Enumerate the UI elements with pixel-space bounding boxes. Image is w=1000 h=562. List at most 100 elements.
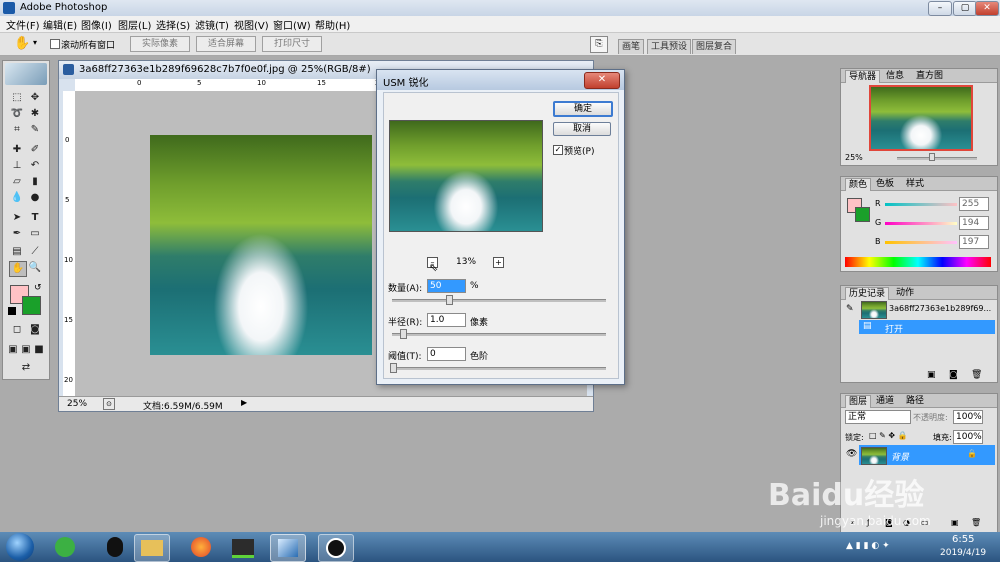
jump-to-imageready-icon[interactable]: ⇄ — [9, 361, 43, 375]
palette-well-icon[interactable]: ⎘ — [590, 36, 608, 53]
navigator-zoom-slider[interactable] — [897, 157, 977, 160]
marquee-tool-icon[interactable]: ⬚ — [9, 91, 25, 105]
chevron-down-icon[interactable]: ▾ — [33, 38, 37, 47]
navigator-zoom-thumb[interactable] — [929, 153, 935, 161]
tray-icons[interactable]: ▲ ▮ ▮ ◐ ✦ — [846, 541, 890, 551]
menu-view[interactable]: 视图(V) — [234, 17, 269, 32]
gradient-tool-icon[interactable]: ▮ — [27, 175, 43, 189]
tab-swatches[interactable]: 色板 — [873, 178, 897, 190]
dialog-preview-image[interactable] — [389, 120, 543, 232]
print-size-button[interactable]: 打印尺寸 — [262, 36, 322, 52]
minimize-button[interactable]: – — [928, 1, 952, 16]
tab-navigator[interactable]: 导航器 — [845, 70, 881, 83]
zoom-in-button[interactable]: + — [493, 257, 504, 268]
layer-name[interactable]: 背景 — [891, 450, 909, 463]
red-input[interactable]: 255 — [959, 197, 989, 211]
blend-mode-select[interactable]: 正常 — [845, 410, 911, 424]
notes-tool-icon[interactable]: ▤ — [9, 245, 25, 259]
green-slider[interactable] — [885, 222, 957, 225]
well-tab-tool-presets[interactable]: 工具预设 — [647, 39, 692, 54]
history-snapshot-icon[interactable]: ◙ — [949, 370, 958, 380]
taskbar-app-qq-icon[interactable] — [98, 534, 132, 560]
tab-styles[interactable]: 样式 — [903, 178, 927, 190]
threshold-slider-thumb[interactable] — [390, 363, 397, 373]
screen-mode-full-icon[interactable]: ■ — [33, 343, 45, 357]
cancel-button[interactable]: 取消 — [553, 122, 611, 136]
threshold-input[interactable]: 0 — [427, 347, 466, 361]
tab-actions[interactable]: 动作 — [893, 287, 917, 299]
tab-history[interactable]: 历史记录 — [845, 287, 890, 300]
close-button[interactable]: ✕ — [975, 1, 999, 16]
navigator-thumbnail[interactable] — [869, 85, 973, 151]
tab-paths[interactable]: 路径 — [903, 395, 927, 407]
start-button[interactable] — [6, 533, 34, 561]
zoom-tool-icon[interactable]: 🔍 — [27, 261, 43, 275]
dialog-title-bar[interactable]: USM 锐化 ✕ — [377, 70, 624, 90]
hand-tool-icon[interactable]: ✋ — [14, 36, 30, 51]
history-step-label[interactable]: 打开 — [885, 322, 903, 335]
threshold-slider[interactable] — [392, 367, 606, 370]
history-brush-source-icon[interactable]: ✎ — [846, 304, 854, 314]
color-background-swatch[interactable] — [855, 207, 870, 222]
menu-layer[interactable]: 图层(L) — [118, 17, 151, 32]
pen-tool-icon[interactable]: ✒ — [9, 227, 25, 241]
blue-slider[interactable] — [885, 241, 957, 244]
delete-layer-icon[interactable]: 🗑 — [971, 518, 981, 527]
menu-filter[interactable]: 滤镜(T) — [195, 17, 229, 32]
history-trash-icon[interactable]: 🗑 — [971, 370, 982, 380]
taskbar-app-photoshop-icon[interactable] — [270, 534, 306, 562]
screen-mode-full-menu-icon[interactable]: ▣ — [20, 343, 32, 357]
taskbar-app-explorer-icon[interactable] — [134, 534, 170, 562]
fit-screen-button[interactable]: 适合屏幕 — [196, 36, 256, 52]
radius-input[interactable]: 1.0 — [427, 313, 466, 327]
opacity-input[interactable]: 100% — [953, 410, 983, 424]
history-step-row[interactable] — [859, 320, 995, 334]
status-arrow-icon[interactable]: ▶ — [241, 398, 247, 407]
clone-stamp-icon[interactable]: ⊥ — [9, 159, 25, 173]
tab-histogram[interactable]: 直方图 — [913, 70, 946, 82]
shape-tool-icon[interactable]: ▭ — [27, 227, 43, 241]
taskbar-app-firefox-icon[interactable] — [184, 534, 218, 560]
amount-slider[interactable] — [392, 299, 606, 302]
green-input[interactable]: 194 — [959, 216, 989, 230]
lasso-tool-icon[interactable]: ➰ — [9, 107, 25, 121]
layer-thumbnail[interactable] — [861, 447, 887, 465]
path-selection-icon[interactable]: ➤ — [9, 211, 25, 225]
blue-input[interactable]: 197 — [959, 235, 989, 249]
actual-pixels-button[interactable]: 实际像素 — [130, 36, 190, 52]
amount-slider-thumb[interactable] — [446, 295, 453, 305]
well-tab-layer-comps[interactable]: 图层复合 — [692, 39, 737, 54]
default-colors-icon[interactable] — [8, 307, 16, 315]
eraser-tool-icon[interactable]: ▱ — [9, 175, 25, 189]
taskbar-app-video-icon[interactable] — [226, 534, 260, 560]
slice-tool-icon[interactable]: ✎ — [27, 123, 43, 137]
swap-colors-icon[interactable]: ↺ — [34, 283, 42, 293]
menu-edit[interactable]: 编辑(E) — [43, 17, 77, 32]
color-spectrum-bar[interactable] — [845, 257, 991, 267]
menu-help[interactable]: 帮助(H) — [315, 17, 350, 32]
menu-file[interactable]: 文件(F) — [6, 17, 40, 32]
document-image[interactable] — [150, 135, 372, 355]
move-tool-icon[interactable]: ✥ — [27, 91, 43, 105]
well-tab-brushes[interactable]: 画笔 — [618, 39, 645, 54]
brush-tool-icon[interactable]: ✐ — [27, 143, 43, 157]
radius-slider-thumb[interactable] — [400, 329, 407, 339]
standard-mode-icon[interactable]: ◻ — [9, 323, 25, 337]
type-tool-icon[interactable]: T — [27, 211, 43, 225]
hand-tool-box-icon[interactable]: ✋ — [9, 261, 27, 277]
eyedropper-icon[interactable]: ⟋ — [27, 245, 43, 259]
visibility-eye-icon[interactable]: 👁 — [846, 449, 857, 459]
lock-icons[interactable]: □ ✎ ✥ 🔒 — [869, 431, 908, 440]
clock-date[interactable]: 2019/4/19 — [940, 548, 986, 558]
blur-tool-icon[interactable]: 💧 — [9, 191, 25, 205]
menu-window[interactable]: 窗口(W) — [273, 17, 311, 32]
clock-time[interactable]: 6:55 — [952, 534, 974, 545]
healing-brush-icon[interactable]: ✚ — [9, 143, 25, 157]
quickmask-mode-icon[interactable]: ◙ — [27, 323, 43, 337]
history-new-doc-icon[interactable]: ▣ — [927, 370, 936, 380]
amount-input[interactable]: 50 — [427, 279, 466, 293]
history-brush-icon[interactable]: ↶ — [27, 159, 43, 173]
tab-layers[interactable]: 图层 — [845, 395, 872, 408]
preview-checkbox[interactable]: ✓ — [553, 145, 563, 155]
radius-slider[interactable] — [392, 333, 606, 336]
